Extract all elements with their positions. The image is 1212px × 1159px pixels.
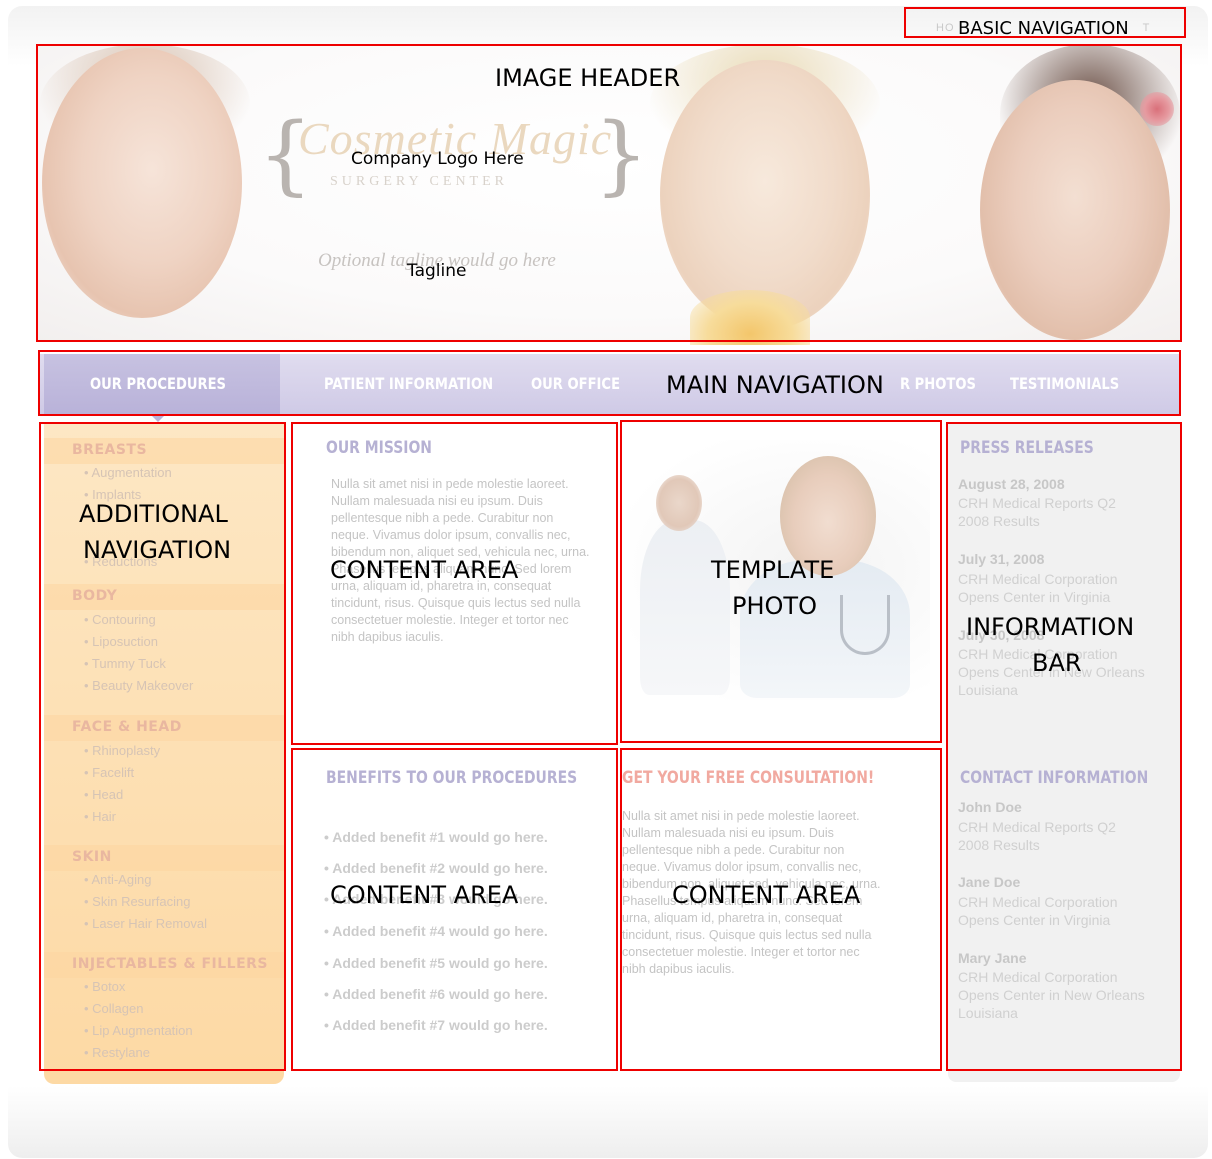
content-area-region-bottom-right	[620, 748, 942, 1071]
additional-navigation-label: ADDITIONAL	[79, 500, 228, 528]
main-navigation-label: MAIN NAVIGATION	[666, 371, 884, 399]
information-bar-label: INFORMATION	[966, 613, 1135, 641]
basic-navigation-label: BASIC NAVIGATION	[958, 18, 1129, 39]
company-logo-label: Company Logo Here	[351, 149, 524, 169]
tagline-label: Tagline	[407, 261, 467, 281]
image-header-label: IMAGE HEADER	[495, 64, 681, 92]
content-area-label: CONTENT AREA	[330, 556, 519, 584]
main-navigation-region	[38, 350, 1181, 416]
information-bar-label-line2: BAR	[1032, 649, 1082, 677]
content-area-label: CONTENT AREA	[672, 881, 861, 909]
information-bar-region	[946, 422, 1182, 1071]
content-area-label: CONTENT AREA	[330, 881, 519, 909]
content-area-region-bottom-left	[291, 748, 618, 1071]
template-photo-label: TEMPLATE	[711, 556, 835, 584]
template-photo-label-line2: PHOTO	[732, 592, 817, 620]
additional-navigation-label-line2: NAVIGATION	[83, 536, 232, 564]
